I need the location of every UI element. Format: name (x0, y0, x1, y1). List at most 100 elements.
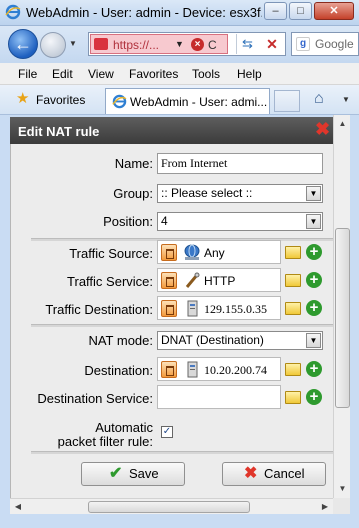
trash-icon[interactable] (161, 300, 177, 317)
traffic-service-field[interactable]: HTTP (157, 268, 281, 292)
stop-icon[interactable]: ✕ (261, 34, 283, 54)
vertical-scroll-thumb[interactable] (335, 228, 350, 408)
dialog-title: Edit NAT rule (18, 124, 100, 139)
folder-icon[interactable] (285, 274, 301, 287)
window-titlebar: WebAdmin - User: admin - Device: esx3f..… (0, 0, 359, 26)
minimize-button[interactable]: – (264, 2, 287, 20)
chevron-down-icon[interactable]: ▼ (306, 186, 321, 201)
save-button[interactable]: ✔ Save (81, 462, 185, 486)
cancel-button-label: Cancel (264, 466, 305, 481)
group-label: Group: (113, 186, 153, 201)
group-select[interactable]: :: Please select :: ▼ (157, 184, 323, 203)
favorites-button[interactable]: Favorites (36, 93, 85, 107)
maximize-button[interactable]: □ (289, 2, 312, 20)
vertical-scrollbar[interactable]: ▲ ▼ (333, 115, 350, 498)
chevron-down-icon[interactable]: ▼ (306, 214, 321, 229)
address-field[interactable]: https://... ▼ × C (90, 34, 228, 54)
destination-label: Destination: (84, 363, 153, 378)
folder-icon[interactable] (285, 363, 301, 376)
recent-pages-dropdown-icon[interactable]: ▼ (69, 39, 77, 48)
group-select-value: :: Please select :: (161, 186, 253, 200)
position-select-value: 4 (161, 214, 168, 228)
traffic-service-value: HTTP (204, 274, 236, 288)
back-button[interactable]: ← (8, 29, 38, 59)
destination-service-dropzone[interactable] (157, 385, 281, 409)
scroll-up-icon[interactable]: ▲ (335, 116, 350, 132)
folder-icon[interactable] (285, 302, 301, 315)
network-any-icon (184, 244, 200, 260)
traffic-source-field[interactable]: Any (157, 240, 281, 264)
home-dropdown-icon[interactable]: ▼ (342, 95, 350, 104)
destination-field[interactable]: 10.20.200.74 (157, 357, 281, 381)
window-frame-right (350, 115, 359, 514)
scroll-left-icon[interactable]: ◀ (10, 499, 26, 515)
page-icon (94, 38, 108, 50)
traffic-source-label: Traffic Source: (69, 246, 153, 261)
add-icon[interactable]: + (306, 389, 322, 405)
position-select[interactable]: 4 ▼ (157, 212, 323, 231)
dialog-close-icon[interactable]: ✖ (314, 120, 331, 138)
trash-icon[interactable] (161, 272, 177, 289)
auto-packet-filter-checkbox[interactable]: ✓ (161, 426, 173, 438)
add-icon[interactable]: + (306, 244, 322, 260)
menu-file[interactable]: File (18, 67, 37, 81)
window-title: WebAdmin - User: admin - Device: esx3f..… (26, 5, 262, 20)
search-box[interactable]: g Google (291, 32, 359, 56)
menu-edit[interactable]: Edit (52, 67, 73, 81)
add-icon[interactable]: + (306, 300, 322, 316)
trash-icon[interactable] (161, 361, 177, 378)
service-icon (185, 272, 200, 288)
scroll-down-icon[interactable]: ▼ (335, 481, 350, 497)
menu-view[interactable]: View (88, 67, 114, 81)
nat-mode-select[interactable]: DNAT (Destination) ▼ (157, 331, 323, 350)
certificate-error-icon[interactable]: × (191, 38, 204, 51)
horizontal-scroll-thumb[interactable] (88, 501, 250, 513)
add-icon[interactable]: + (306, 361, 322, 377)
address-bar[interactable]: https://... ▼ × C ⇆ ✕ (88, 32, 286, 56)
menu-tools[interactable]: Tools (192, 67, 220, 81)
horizontal-scrollbar[interactable]: ◀ ▶ (10, 498, 333, 514)
section-divider (31, 451, 334, 454)
folder-icon[interactable] (285, 391, 301, 404)
name-label: Name: (114, 156, 153, 171)
window-close-button[interactable]: ✕ (314, 2, 354, 20)
browser-tab[interactable]: WebAdmin - User: admi... (105, 88, 270, 114)
favorites-star-icon[interactable]: ★ (16, 91, 29, 106)
traffic-destination-label: Traffic Destination: (45, 302, 153, 317)
trash-icon[interactable] (161, 244, 177, 261)
scroll-right-icon[interactable]: ▶ (317, 499, 333, 515)
menu-bar: File Edit View Favorites Tools Help (0, 63, 359, 85)
menu-help[interactable]: Help (237, 67, 262, 81)
add-icon[interactable]: + (306, 272, 322, 288)
folder-icon[interactable] (285, 246, 301, 259)
section-divider (31, 324, 334, 327)
edit-nat-rule-form: Name: From Internet Group: :: Please sel… (10, 144, 334, 498)
position-label: Position: (103, 214, 153, 229)
new-tab-button[interactable] (274, 90, 300, 112)
traffic-destination-value: 129.155.0.35 (204, 302, 267, 316)
auto-packet-filter-label-line1: Automatic (95, 420, 153, 435)
destination-value: 10.20.200.74 (204, 363, 267, 377)
search-engine-label[interactable]: Google (315, 37, 354, 51)
forward-button[interactable] (40, 32, 66, 58)
traffic-destination-field[interactable]: 129.155.0.35 (157, 296, 281, 320)
cancel-button[interactable]: ✖ Cancel (222, 462, 326, 486)
navigation-bar: ← ▼ https://... ▼ × C ⇆ ✕ g Google (0, 26, 359, 63)
tab-ie-icon (112, 94, 127, 109)
certificate-error-label[interactable]: C (208, 38, 217, 52)
favorites-bar: ★ Favorites WebAdmin - User: admi... ⌂ ▼ (0, 85, 359, 115)
cross-icon: ✖ (244, 465, 258, 482)
host-icon (187, 361, 198, 378)
tab-title[interactable]: WebAdmin - User: admi... (130, 95, 268, 109)
menu-favorites[interactable]: Favorites (129, 67, 178, 81)
home-icon[interactable]: ⌂ (314, 90, 324, 108)
name-input[interactable]: From Internet (157, 153, 323, 174)
address-url[interactable]: https://... (113, 38, 159, 52)
traffic-service-label: Traffic Service: (67, 274, 153, 289)
host-icon (187, 300, 198, 317)
refresh-icon[interactable]: ⇆ (236, 34, 258, 54)
address-dropdown-icon[interactable]: ▼ (175, 39, 184, 49)
ie-logo-icon (5, 4, 21, 20)
chevron-down-icon[interactable]: ▼ (306, 333, 321, 348)
auto-packet-filter-label-line2: packet filter rule: (57, 434, 153, 449)
